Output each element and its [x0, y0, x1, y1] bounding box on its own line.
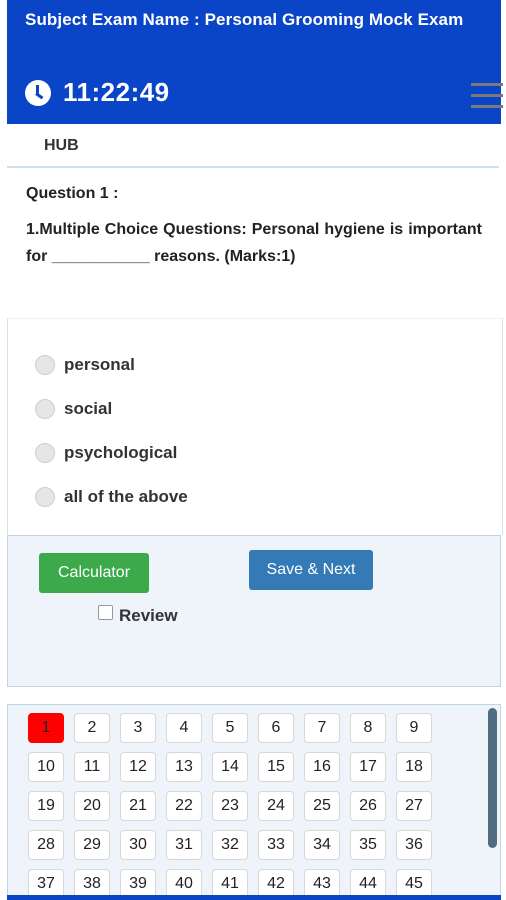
question-number-button[interactable]: 25 — [304, 791, 340, 821]
exam-title: Subject Exam Name : Personal Grooming Mo… — [25, 10, 464, 29]
section-bar: HUB — [7, 124, 499, 168]
question-number-button[interactable]: 13 — [166, 752, 202, 782]
question-number-button[interactable]: 3 — [120, 713, 156, 743]
question-number-grid: 1 2 3 4 5 6 7 8 9 10 11 12 13 14 15 16 17 18 19 20 21 22 23 24 2… — [28, 713, 432, 899]
question-number-button[interactable]: 19 — [28, 791, 64, 821]
review-checkbox[interactable] — [98, 604, 113, 620]
option-label: all of the above — [64, 487, 188, 506]
question-number-button[interactable]: 18 — [396, 752, 432, 782]
bottom-bar — [7, 895, 501, 900]
question-number-button[interactable]: 8 — [350, 713, 386, 743]
question-palette: 1 2 3 4 5 6 7 8 9 10 11 12 13 14 15 16 17 18 19 20 21 22 23 24 2… — [7, 704, 501, 900]
question-number-button[interactable]: 27 — [396, 791, 432, 821]
question-number-button[interactable]: 21 — [120, 791, 156, 821]
question-number-button[interactable]: 35 — [350, 830, 386, 860]
timer-area: 11:22:49 — [25, 77, 170, 108]
calculator-button[interactable]: Calculator — [39, 553, 149, 593]
clock-icon — [25, 79, 51, 106]
option-psychological[interactable]: psychological — [35, 443, 177, 463]
question-text: 1.Multiple Choice Questions: Personal hy… — [26, 221, 482, 265]
radio-button[interactable] — [35, 399, 55, 419]
question-number-button[interactable]: 23 — [212, 791, 248, 821]
radio-button[interactable] — [35, 487, 55, 507]
question-number-button[interactable]: 1 — [28, 713, 64, 743]
question-number-button[interactable]: 15 — [258, 752, 294, 782]
question-number-button[interactable]: 36 — [396, 830, 432, 860]
palette-scrollbar[interactable] — [488, 708, 497, 848]
option-label: personal — [64, 355, 135, 374]
question-number-button[interactable]: 22 — [166, 791, 202, 821]
exam-header: Subject Exam Name : Personal Grooming Mo… — [7, 0, 503, 124]
countdown-timer: 11:22:49 — [63, 77, 170, 107]
question-number-button[interactable]: 2 — [74, 713, 110, 743]
question-number: Question 1 : — [26, 185, 119, 202]
question-number-button[interactable]: 32 — [212, 830, 248, 860]
question-number-button[interactable]: 11 — [74, 752, 110, 782]
question-number-button[interactable]: 26 — [350, 791, 386, 821]
question-number-button[interactable]: 28 — [28, 830, 64, 860]
hamburger-menu-icon[interactable] — [471, 83, 503, 111]
question-number-button[interactable]: 12 — [120, 752, 156, 782]
option-social[interactable]: social — [35, 399, 112, 419]
question-number-button[interactable]: 4 — [166, 713, 202, 743]
question-number-button[interactable]: 34 — [304, 830, 340, 860]
question-number-button[interactable]: 20 — [74, 791, 110, 821]
question-number-button[interactable]: 6 — [258, 713, 294, 743]
question-number-button[interactable]: 17 — [350, 752, 386, 782]
option-personal[interactable]: personal — [35, 355, 135, 375]
question-number-button[interactable]: 9 — [396, 713, 432, 743]
option-label: social — [64, 399, 113, 418]
radio-button[interactable] — [35, 355, 55, 375]
question-number-button[interactable]: 33 — [258, 830, 294, 860]
question-panel: Question 1 : 1.Multiple Choice Questions… — [7, 168, 501, 316]
option-label: psychological — [64, 443, 178, 462]
action-panel: Calculator Save & Next Review — [7, 535, 501, 687]
question-number-button[interactable]: 5 — [212, 713, 248, 743]
question-number-button[interactable]: 31 — [166, 830, 202, 860]
review-toggle[interactable]: Review — [98, 602, 178, 625]
review-label: Review — [119, 606, 178, 625]
radio-button[interactable] — [35, 443, 55, 463]
section-label[interactable]: HUB — [44, 137, 79, 155]
question-number-button[interactable]: 30 — [120, 830, 156, 860]
answer-options: personal social psychological all of the… — [7, 318, 503, 535]
question-number-button[interactable]: 16 — [304, 752, 340, 782]
option-all-of-the-above[interactable]: all of the above — [35, 487, 188, 507]
question-number-button[interactable]: 14 — [212, 752, 248, 782]
save-next-button[interactable]: Save & Next — [249, 550, 373, 590]
question-number-button[interactable]: 24 — [258, 791, 294, 821]
question-number-button[interactable]: 29 — [74, 830, 110, 860]
question-number-button[interactable]: 7 — [304, 713, 340, 743]
question-number-button[interactable]: 10 — [28, 752, 64, 782]
